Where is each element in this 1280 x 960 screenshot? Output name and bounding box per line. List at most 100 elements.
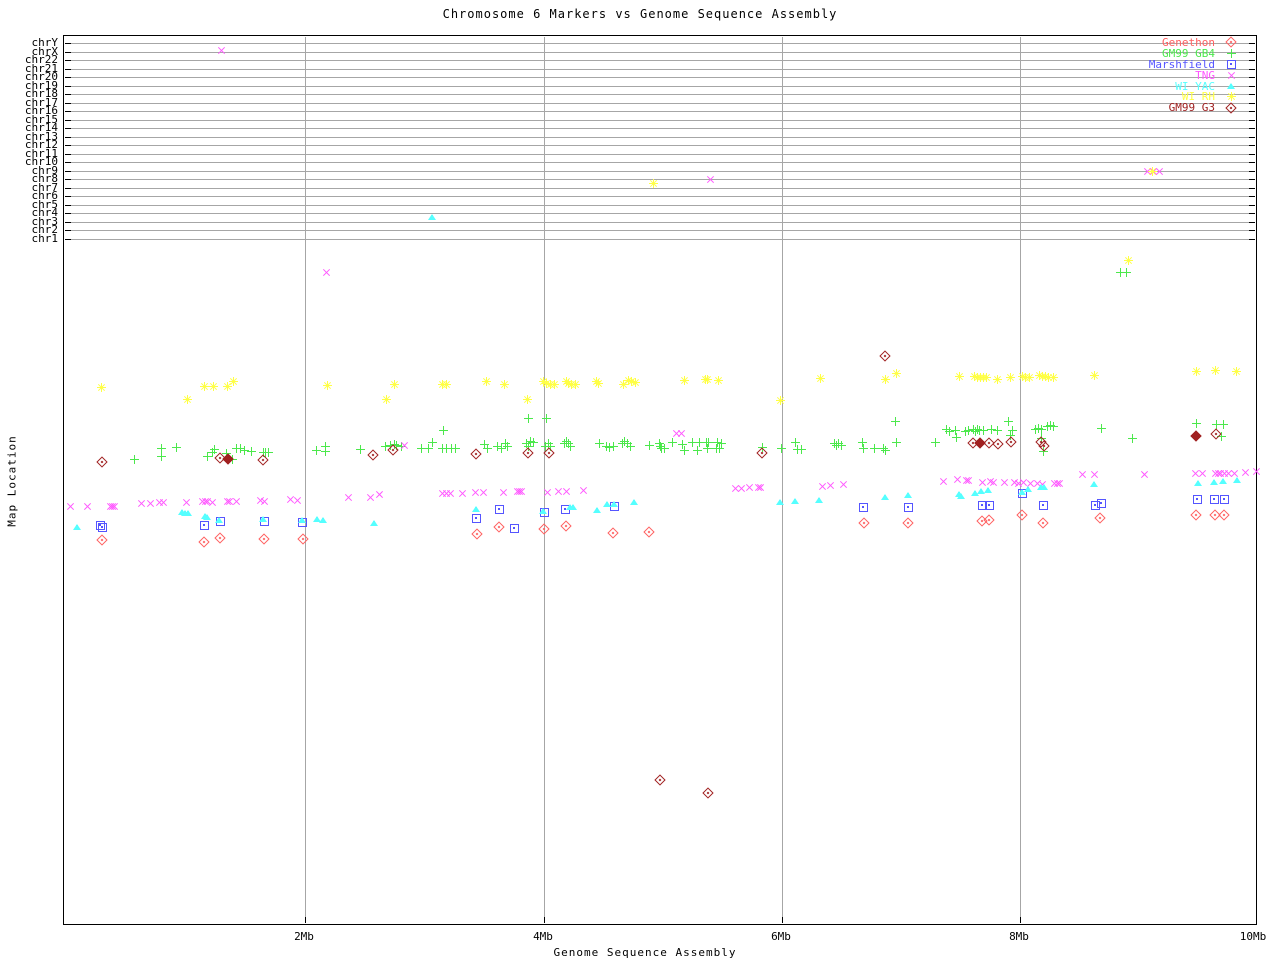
data-point-marker xyxy=(1016,509,1028,521)
data-point-marker xyxy=(494,504,504,514)
data-point-marker xyxy=(370,519,378,526)
data-point-marker xyxy=(1249,464,1263,478)
data-point-marker xyxy=(1090,480,1098,487)
y-axis-tick xyxy=(1249,204,1255,206)
y-axis-tick xyxy=(65,187,71,189)
chromosome-gridline xyxy=(65,60,1255,61)
data-point-marker xyxy=(389,379,399,389)
chromosome-gridline xyxy=(65,213,1255,214)
chromosome-gridline xyxy=(65,94,1255,95)
data-point-marker xyxy=(880,374,890,384)
data-point-marker xyxy=(1038,500,1048,510)
data-point-marker xyxy=(471,528,483,540)
data-point-marker xyxy=(1048,421,1058,431)
data-point-marker xyxy=(355,444,365,454)
y-axis-tick xyxy=(65,230,71,231)
chromosome-gridline xyxy=(65,51,1255,53)
data-point-marker xyxy=(502,441,512,451)
data-point-marker xyxy=(199,520,209,530)
legend-marker xyxy=(1224,102,1238,114)
data-point-marker xyxy=(455,486,469,500)
data-point-marker xyxy=(983,514,995,526)
data-point-marker xyxy=(630,498,638,505)
data-point-marker xyxy=(1094,512,1106,524)
data-point-marker xyxy=(643,526,655,538)
data-point-marker xyxy=(258,533,270,545)
data-point-marker xyxy=(476,485,490,499)
x-axis-tick xyxy=(305,917,306,923)
y-axis-label: Map Location xyxy=(5,435,19,527)
data-point-marker xyxy=(607,527,619,539)
data-point-marker xyxy=(1219,494,1229,504)
y-axis-tick xyxy=(1249,170,1255,172)
data-point-marker xyxy=(1147,166,1157,176)
data-point-marker xyxy=(1007,425,1017,435)
data-point-marker xyxy=(891,368,901,378)
data-point-marker xyxy=(891,437,901,447)
y-axis-tick xyxy=(65,51,71,53)
chromosome-gridline xyxy=(65,238,1255,240)
data-point-marker xyxy=(836,440,846,450)
data-point-marker xyxy=(1024,485,1032,492)
data-point-marker xyxy=(702,787,714,799)
y-axis-tick xyxy=(65,204,71,206)
data-point-marker xyxy=(984,500,994,510)
data-point-marker xyxy=(438,425,448,435)
data-point-marker xyxy=(992,425,1002,435)
y-axis-tick xyxy=(65,111,71,112)
data-point-marker xyxy=(209,444,219,454)
data-point-marker xyxy=(791,497,799,504)
y-axis-tick xyxy=(65,60,71,61)
y-axis-tick xyxy=(65,221,71,223)
x-axis-label: Genome Sequence Assembly xyxy=(553,946,737,959)
y-axis-tick xyxy=(1249,43,1255,44)
data-point-marker xyxy=(679,375,689,385)
y-axis-tick xyxy=(1249,60,1255,61)
x-axis-tick xyxy=(1256,917,1257,923)
data-point-marker xyxy=(1209,494,1219,504)
data-point-marker xyxy=(936,474,950,488)
data-point-marker xyxy=(776,498,784,505)
chromosome-gridline xyxy=(65,68,1255,70)
legend-marker-glyph xyxy=(1226,48,1236,58)
x-axis-tick xyxy=(544,917,545,923)
chromosome-gridline xyxy=(65,43,1255,44)
data-point-marker xyxy=(881,493,889,500)
y-axis-tick xyxy=(65,77,71,78)
data-point-marker xyxy=(80,499,94,513)
y-axis-tick xyxy=(65,145,71,146)
chromosome-gridline xyxy=(65,196,1255,197)
data-point-marker xyxy=(796,444,806,454)
data-point-marker xyxy=(198,536,210,548)
y-axis-tick xyxy=(1249,85,1255,87)
plot-area xyxy=(63,35,1263,925)
data-point-marker xyxy=(716,438,726,448)
y-axis-tick xyxy=(65,179,71,180)
chromosome-gridline xyxy=(65,179,1255,180)
y-axis-tick xyxy=(65,94,71,95)
data-point-marker xyxy=(367,449,379,461)
y-axis-tick xyxy=(65,213,71,214)
data-point-marker xyxy=(482,443,492,453)
legend-row: TNG xyxy=(1149,68,1238,82)
legend-label: GM99 G3 xyxy=(1168,101,1215,115)
chromosome-gridline xyxy=(65,170,1255,172)
data-point-marker xyxy=(1048,372,1058,382)
data-point-marker xyxy=(259,515,267,522)
data-point-marker xyxy=(630,377,640,387)
data-point-marker xyxy=(450,443,460,453)
data-point-marker xyxy=(1219,477,1227,484)
y-axis-tick xyxy=(65,196,71,197)
chromosome-gridline xyxy=(65,187,1255,189)
data-point-marker xyxy=(208,381,218,391)
data-point-marker xyxy=(1190,509,1202,521)
data-point-marker xyxy=(625,441,635,451)
legend-marker xyxy=(1224,92,1238,102)
data-point-marker xyxy=(528,437,538,447)
data-point-marker xyxy=(702,374,712,384)
legend-marker-glyph xyxy=(1225,102,1237,114)
data-point-marker xyxy=(539,507,547,514)
data-point-marker xyxy=(203,513,211,520)
data-point-marker xyxy=(427,437,437,447)
data-point-marker xyxy=(954,371,964,381)
